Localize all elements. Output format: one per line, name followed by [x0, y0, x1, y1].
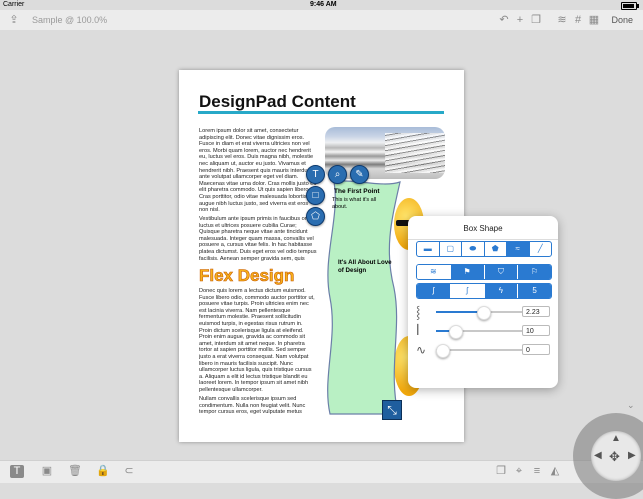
pentagon-icon[interactable]: ⬠: [306, 207, 325, 226]
popover-title: Box Shape: [463, 224, 503, 233]
phase-track[interactable]: [436, 349, 534, 351]
amplitude-value[interactable]: 2.23: [522, 306, 550, 317]
flag-left-icon[interactable]: ≋: [417, 265, 451, 279]
nudge-left-icon[interactable]: ◀: [594, 450, 602, 461]
text-mode-icon[interactable]: T: [10, 465, 24, 478]
banner-style-segment[interactable]: ≋ ⚑ ⛉ ⚐: [416, 264, 552, 280]
paragraph-2[interactable]: Vestibulum ante ipsum primis in faucibus…: [199, 216, 317, 262]
bottom-toolbar: T ▣ 🗑 🔒 ⊂ ❐ ⌖ ≡ ◭: [0, 460, 643, 483]
flag-right-icon[interactable]: ⚐: [518, 265, 551, 279]
line-shape-icon[interactable]: ╱: [530, 242, 552, 256]
wave-s-light-icon[interactable]: ʃ: [450, 284, 485, 298]
crosshair-icon[interactable]: ⌖: [512, 465, 526, 478]
text-tool-icon[interactable]: T: [306, 165, 325, 184]
wave-s-icon[interactable]: ʃ: [417, 284, 451, 298]
phase-slider-row: ∿ 0: [416, 343, 550, 358]
wave-style-segment[interactable]: ʃ ʃ ϟ 5: [416, 283, 552, 299]
link-icon[interactable]: ⊂: [122, 465, 136, 478]
phase-icon: ∿: [416, 343, 427, 357]
ellipse-shape-icon[interactable]: ⬬: [462, 242, 485, 256]
status-bar: Carrier 9:46 AM: [0, 0, 643, 10]
amplitude-knob[interactable]: [477, 306, 491, 320]
grid-hash-icon[interactable]: #: [572, 14, 584, 26]
shape-body[interactable]: It's All About Love of Design: [338, 259, 394, 274]
nudge-up-icon[interactable]: ▲: [611, 433, 621, 444]
search-zoom-icon[interactable]: ⌕: [328, 165, 347, 184]
layer-stack-icon[interactable]: ≡: [530, 465, 544, 478]
paragraph-3[interactable]: Donec quis lorem a lectus dictum euismod…: [199, 288, 317, 392]
clock: 9:46 AM: [310, 1, 337, 8]
frequency-icon: ꟾ: [416, 324, 420, 338]
amplitude-icon: ⸾: [416, 305, 421, 319]
document-title[interactable]: Sample @ 100.0%: [32, 15, 107, 25]
copy-icon[interactable]: ❐: [494, 465, 508, 478]
lock-icon[interactable]: 🔒: [96, 465, 110, 478]
nudge-joystick[interactable]: ▲ ◀ ▶ ✥: [573, 413, 643, 499]
wavy-text-shape[interactable]: [322, 178, 404, 418]
trash-icon[interactable]: 🗑: [68, 465, 82, 478]
box-shape-popover: Box Shape ▬ ▢ ⬬ ⬟ ≈ ╱ ≋ ⚑ ⛉ ⚐ ʃ ʃ ϟ 5 ⸾ …: [408, 216, 558, 388]
phase-value[interactable]: 0: [522, 344, 550, 355]
paragraph-1[interactable]: Lorem ipsum dolor sit amet, consectetur …: [199, 128, 317, 212]
rounded-rect-shape-icon[interactable]: ▢: [440, 242, 462, 256]
image-mode-icon[interactable]: ▣: [40, 465, 54, 478]
frequency-value[interactable]: 10: [522, 325, 550, 336]
flag-wave-icon[interactable]: ⚑: [450, 265, 485, 279]
wave-5-icon[interactable]: 5: [518, 284, 551, 298]
amplitude-slider-row: ⸾ 2.23: [416, 305, 550, 320]
paragraph-4[interactable]: Nullam convallis scelerisque ipsum sed c…: [199, 396, 317, 416]
amplitude-fill: [436, 311, 483, 313]
frequency-slider-row: ꟾ 10: [416, 324, 550, 339]
shape-type-segment[interactable]: ▬ ▢ ⬬ ⬟ ≈ ╱: [416, 241, 552, 257]
add-icon[interactable]: +: [514, 14, 526, 26]
done-button[interactable]: Done: [611, 15, 633, 25]
pencil-icon[interactable]: ✎: [350, 165, 369, 184]
wave-shape-icon[interactable]: ≈: [507, 242, 530, 256]
layers-icon[interactable]: ≋: [556, 14, 568, 26]
carrier-label: Carrier: [3, 1, 25, 8]
shape-square-icon[interactable]: □: [306, 186, 325, 205]
move-icon[interactable]: ✥: [609, 449, 620, 465]
frequency-knob[interactable]: [449, 325, 463, 339]
flex-design-heading[interactable]: Flex Design: [199, 266, 295, 286]
shape-subtitle[interactable]: This is what it's all about.: [332, 197, 384, 210]
nudge-right-icon[interactable]: ▶: [628, 450, 636, 461]
top-toolbar: ⇪ Sample @ 100.0% ↶ + ❐ ≋ # ▦ Done: [0, 10, 643, 30]
rectangle-shape-icon[interactable]: ▬: [417, 242, 440, 256]
chevron-down-icon[interactable]: ⌄: [627, 400, 635, 411]
duplicate-icon[interactable]: ❐: [530, 14, 542, 26]
fill-icon[interactable]: ◭: [548, 465, 562, 478]
zigzag-icon[interactable]: ϟ: [484, 284, 519, 298]
battery-icon: [621, 2, 639, 10]
resize-handle-icon[interactable]: ⤡: [382, 400, 402, 420]
share-icon[interactable]: ⇪: [8, 14, 20, 26]
banner-icon[interactable]: ⛉: [484, 265, 519, 279]
shape-title[interactable]: The First Point: [334, 188, 394, 195]
page-heading[interactable]: DesignPad Content: [199, 92, 356, 112]
undo-icon[interactable]: ↶: [498, 14, 510, 26]
popover-divider: [408, 239, 558, 240]
grid-icon[interactable]: ▦: [588, 14, 600, 26]
pentagon-shape-icon[interactable]: ⬟: [485, 242, 507, 256]
phase-knob[interactable]: [436, 344, 450, 358]
heading-rule[interactable]: [198, 111, 444, 114]
